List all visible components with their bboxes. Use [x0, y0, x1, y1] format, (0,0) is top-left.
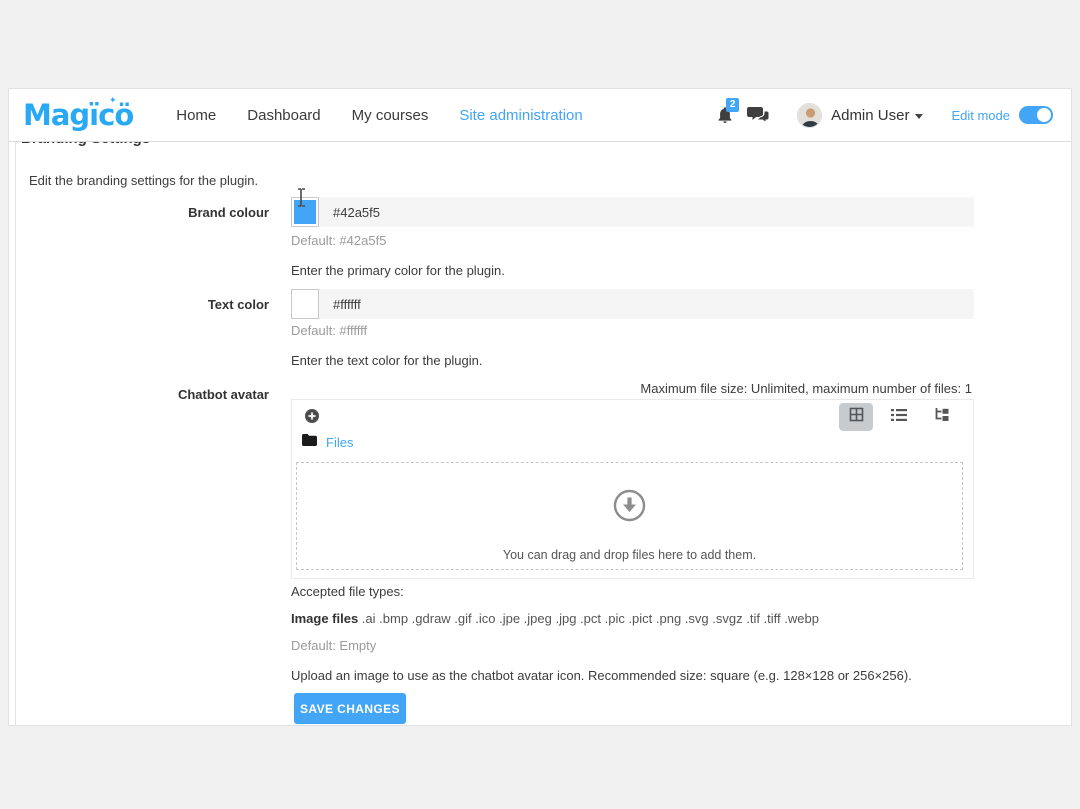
- avatar-default: Default: Empty: [291, 638, 376, 653]
- sparkle-icon: ✦: [109, 97, 117, 106]
- brand-colour-input[interactable]: [319, 197, 974, 227]
- top-navbar: Magïcö ✦ Home Dashboard My courses Site …: [9, 89, 1071, 142]
- site-page: Branding Settings Magïcö ✦ Home Dashboar…: [8, 88, 1072, 726]
- tree-view-icon: [934, 407, 950, 427]
- chatbot-avatar-label: Chatbot avatar: [21, 387, 269, 402]
- content-left-divider: [15, 142, 16, 725]
- bell-icon: [717, 111, 733, 128]
- file-dropzone[interactable]: You can drag and drop files here to add …: [296, 462, 963, 570]
- add-file-button[interactable]: [304, 408, 320, 424]
- text-color-default: Default: #ffffff: [291, 323, 367, 338]
- icon-view-button[interactable]: [839, 403, 873, 431]
- chevron-down-icon[interactable]: [915, 114, 923, 119]
- toggle-knob: [1037, 108, 1051, 122]
- file-manager: Files You can drag and drop files here t…: [291, 399, 974, 579]
- folder-icon: [302, 433, 317, 451]
- user-menu[interactable]: Admin User: [831, 107, 909, 124]
- grid-view-icon: [849, 407, 864, 427]
- files-breadcrumb-link[interactable]: Files: [326, 435, 353, 450]
- list-view-button[interactable]: [882, 403, 916, 431]
- navbar-right: 2 Admin User Edit mode: [717, 103, 1053, 128]
- file-path-bar: Files: [302, 433, 353, 451]
- text-color-help: Enter the text color for the plugin.: [291, 353, 483, 368]
- edit-mode-label: Edit mode: [951, 108, 1010, 123]
- primary-nav: Home Dashboard My courses Site administr…: [176, 107, 583, 124]
- text-color-swatch[interactable]: [291, 289, 319, 319]
- text-color-label: Text color: [21, 297, 269, 312]
- edit-mode-toggle[interactable]: [1019, 106, 1053, 124]
- brand-colour-label: Brand colour: [21, 205, 269, 220]
- notifications-button[interactable]: 2: [717, 106, 733, 124]
- nav-item-my-courses[interactable]: My courses: [352, 107, 429, 124]
- text-color-input[interactable]: [319, 289, 974, 319]
- user-avatar[interactable]: [797, 103, 822, 128]
- brand-colour-help: Enter the primary color for the plugin.: [291, 263, 505, 278]
- nav-item-site-administration[interactable]: Site administration: [459, 107, 582, 124]
- list-view-icon: [891, 408, 907, 427]
- messages-button[interactable]: [747, 106, 769, 124]
- view-mode-buttons: [839, 403, 959, 431]
- notification-count-badge: 2: [726, 98, 739, 112]
- file-manager-toolbar: [292, 400, 973, 432]
- accepted-types-title: Accepted file types:: [291, 584, 404, 599]
- text-cursor-icon: [297, 188, 306, 212]
- tree-view-button[interactable]: [925, 403, 959, 431]
- accepted-type-name[interactable]: Image files: [291, 611, 358, 626]
- save-changes-button[interactable]: SAVE CHANGES: [294, 693, 406, 724]
- site-logo[interactable]: Magïcö ✦: [23, 101, 133, 130]
- text-color-field: [291, 289, 974, 319]
- avatar-help: Upload an image to use as the chatbot av…: [291, 668, 912, 683]
- brand-colour-field: [291, 197, 974, 227]
- dropzone-hint-text: You can drag and drop files here to add …: [503, 548, 756, 562]
- max-file-size-info: Maximum file size: Unlimited, maximum nu…: [640, 381, 972, 396]
- accepted-types-line: Image files .ai .bmp .gdraw .gif .ico .j…: [291, 611, 819, 626]
- text-color-swatch-fill: [294, 292, 316, 316]
- nav-item-home[interactable]: Home: [176, 107, 216, 124]
- settings-description: Edit the branding settings for the plugi…: [29, 173, 258, 188]
- brand-colour-default: Default: #42a5f5: [291, 233, 386, 248]
- nav-item-dashboard[interactable]: Dashboard: [247, 107, 320, 124]
- accepted-type-extensions: .ai .bmp .gdraw .gif .ico .jpe .jpeg .jp…: [358, 611, 819, 626]
- chat-icon: [747, 111, 769, 128]
- download-arrow-icon: [613, 489, 646, 527]
